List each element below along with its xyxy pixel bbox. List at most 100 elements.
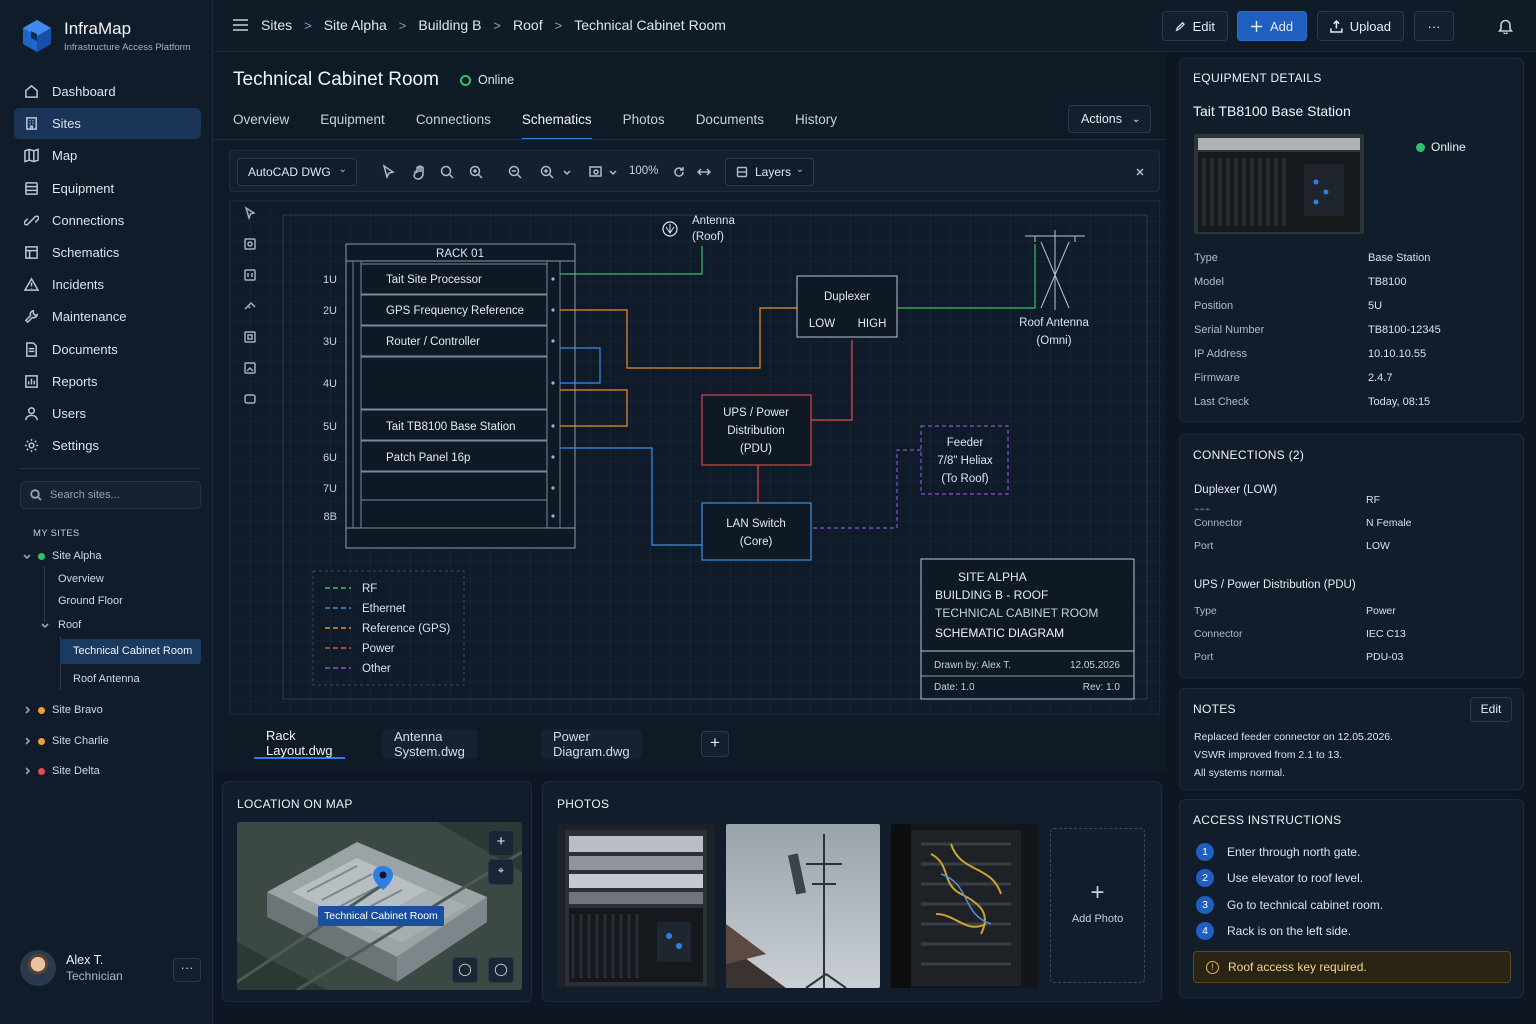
file-tab-power-diagram[interactable]: Power Diagram.dwg	[541, 729, 642, 759]
fit-width-icon[interactable]	[696, 164, 712, 180]
ups-block[interactable]: UPS / Power Distribution (PDU)	[701, 394, 812, 466]
site-search[interactable]	[20, 481, 201, 509]
zoom-region-icon[interactable]	[588, 164, 604, 180]
nav-item-users[interactable]: Users	[14, 398, 201, 429]
plus-icon: +	[1090, 879, 1105, 906]
notes-edit-button[interactable]: Edit	[1470, 697, 1512, 722]
hand-pan-icon[interactable]	[412, 164, 428, 180]
tab-connections[interactable]: Connections	[416, 112, 491, 140]
antenna-roof-symbol[interactable]: Antenna (Roof)	[662, 215, 735, 243]
title-block-line: BUILDING B - ROOF	[935, 588, 1048, 602]
tree-site-delta[interactable]: Site Delta	[22, 761, 100, 781]
roof-antenna-omni[interactable]	[1025, 230, 1085, 310]
search-input[interactable]	[50, 489, 190, 501]
nav-item-map[interactable]: Map	[14, 140, 201, 171]
file-tab-antenna-system[interactable]: Antenna System.dwg	[382, 729, 477, 759]
photo-rack-equipment[interactable]	[557, 824, 715, 988]
connection-2-name[interactable]: UPS / Power Distribution (PDU)	[1194, 579, 1356, 591]
nav-item-documents[interactable]: Documents	[14, 334, 201, 365]
tree-site-alpha[interactable]: Site Alpha	[22, 546, 102, 566]
add-photo-button[interactable]: + Add Photo	[1050, 828, 1145, 983]
actions-dropdown[interactable]: Actions ⌄	[1068, 105, 1151, 133]
breadcrumb-item[interactable]: Sites	[261, 17, 292, 33]
map-locate-button[interactable]: ⌖	[488, 859, 514, 885]
feeder-block[interactable]: Feeder 7/8" Heliax (To Roof)	[920, 425, 1009, 495]
breadcrumb-item[interactable]: Building B	[418, 17, 481, 33]
lan-switch-block[interactable]: LAN Switch (Core)	[701, 502, 812, 561]
search-icon[interactable]	[439, 164, 455, 180]
map-rotate-button[interactable]: ◯	[452, 957, 478, 983]
cursor-icon[interactable]	[380, 164, 396, 180]
user-profile[interactable]: Alex T. Technician	[20, 950, 123, 986]
add-photo-label: Add Photo	[1071, 913, 1124, 925]
add-file-tab-button[interactable]: +	[701, 731, 729, 757]
file-tab-rack-layout[interactable]: Rack Layout.dwg	[254, 728, 345, 759]
rotate-icon[interactable]	[671, 164, 687, 180]
equipment-photo[interactable]	[1194, 134, 1364, 234]
tree-site-bravo[interactable]: Site Bravo	[22, 700, 103, 720]
nav-item-maintenance[interactable]: Maintenance	[14, 301, 201, 332]
breadcrumb-item[interactable]: Roof	[513, 17, 543, 33]
tab-schematics[interactable]: Schematics	[521, 112, 592, 140]
tree-roof[interactable]: Roof	[40, 615, 81, 635]
tree-roof-antenna[interactable]: Roof Antenna	[73, 669, 140, 689]
chevron-right-icon	[25, 706, 31, 714]
nav-item-schematics[interactable]: Schematics	[14, 237, 201, 268]
format-select[interactable]: AutoCAD DWG ⌄	[237, 158, 357, 186]
nav-item-reports[interactable]: Reports	[14, 366, 201, 397]
hamburger-menu-icon[interactable]	[233, 19, 248, 31]
zoom-in-icon[interactable]	[468, 164, 484, 180]
tree-technical-cabinet-room[interactable]: Technical Cabinet Room	[73, 641, 192, 661]
zoom-fit-icon[interactable]	[539, 164, 555, 180]
breadcrumb-item[interactable]: Site Alpha	[324, 17, 387, 33]
top-bar: Sites > Site Alpha > Building B > Roof > Tec…	[213, 0, 1536, 52]
access-warning-text: Roof access key required.	[1228, 960, 1367, 974]
nav-item-dashboard[interactable]: Dashboard	[14, 76, 201, 107]
chevron-down-icon[interactable]	[562, 164, 572, 180]
tab-equipment[interactable]: Equipment	[320, 112, 385, 140]
map-location-tag[interactable]: Technical Cabinet Room	[318, 906, 444, 926]
nav-item-sites[interactable]: Sites	[14, 108, 201, 140]
zoom-out-icon[interactable]	[507, 164, 523, 180]
tab-documents[interactable]: Documents	[696, 112, 764, 140]
map-fullscreen-button[interactable]: ◯	[488, 957, 514, 983]
lan-label: (Core)	[740, 536, 773, 548]
plus-icon	[1250, 20, 1263, 32]
tab-overview[interactable]: Overview	[233, 112, 289, 140]
tree-overview[interactable]: Overview	[58, 569, 104, 589]
tabs-divider	[213, 139, 1166, 140]
tree-site-charlie[interactable]: Site Charlie	[22, 731, 109, 751]
duplexer-block[interactable]: Duplexer LOW HIGH	[796, 275, 898, 338]
schematic-toolbar: AutoCAD DWG ⌄ 100% Layers ⌄	[229, 150, 1160, 192]
nav-item-equipment[interactable]: Equipment	[14, 173, 201, 204]
tab-history[interactable]: History	[795, 112, 837, 140]
chevron-down-icon[interactable]	[608, 164, 618, 180]
photo-cabinet-wiring[interactable]	[891, 824, 1038, 988]
tab-photos[interactable]: Photos	[623, 112, 665, 140]
rack-port	[551, 455, 555, 459]
actions-label: Actions	[1081, 112, 1122, 126]
nav-item-incidents[interactable]: Incidents	[14, 269, 201, 300]
rack-unit-label: 5U	[323, 421, 337, 433]
breadcrumb-item[interactable]: Technical Cabinet Room	[574, 17, 726, 33]
nav-item-settings[interactable]: Settings	[14, 430, 201, 461]
bell-icon[interactable]	[1498, 18, 1513, 34]
layers-dropdown[interactable]: Layers ⌄	[725, 158, 814, 186]
brand[interactable]: InfraMap Infrastructure Access Platform	[20, 16, 191, 56]
map-zoom-in-button[interactable]: +	[488, 830, 514, 856]
upload-button[interactable]: Upload	[1317, 11, 1404, 41]
tree-ground-floor[interactable]: Ground Floor	[58, 591, 123, 611]
schematic-diagram: RACK 01 1U Tait Site Processor 2U GPS Frequ…	[282, 214, 1148, 700]
edit-button[interactable]: Edit	[1162, 11, 1228, 41]
tree-label: Roof Antenna	[73, 673, 140, 685]
connection-1-key: Connector	[1194, 517, 1243, 529]
add-button[interactable]: Add	[1237, 11, 1307, 41]
nav-item-connections[interactable]: Connections	[14, 205, 201, 236]
collapse-icon[interactable]	[1134, 164, 1146, 180]
more-actions-button[interactable]: ···	[1414, 11, 1454, 41]
rack[interactable]: RACK 01	[345, 243, 576, 549]
connection-2-value: IEC C13	[1366, 628, 1406, 640]
connection-1-name[interactable]: Duplexer (LOW)	[1194, 484, 1277, 496]
user-menu-button[interactable]: ···	[173, 958, 201, 982]
photo-roof-antenna[interactable]	[726, 824, 880, 988]
